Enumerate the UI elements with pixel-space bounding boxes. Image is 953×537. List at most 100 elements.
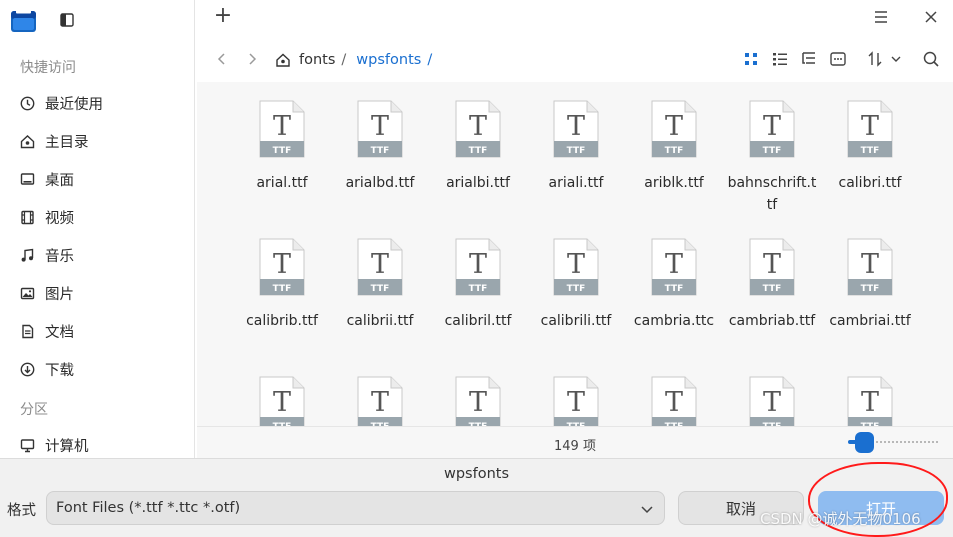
sort-icon[interactable]: [866, 50, 906, 68]
file-item[interactable]: T TTF calibrili.ttf: [530, 238, 622, 332]
file-item[interactable]: T TTF arialbi.ttf: [432, 100, 524, 194]
file-item[interactable]: T TTF calibrii.ttf: [334, 238, 426, 332]
font-file-badge: TTF: [567, 284, 586, 294]
file-format-value: Font Files (*.ttf *.ttc *.otf): [56, 500, 241, 516]
font-file-icon: TTTF: [455, 376, 501, 426]
font-file-icon: TTTF: [749, 376, 795, 426]
font-file-letter: T: [273, 387, 291, 418]
file-format-select[interactable]: Font Files (*.ttf *.ttc *.otf): [46, 491, 665, 525]
file-item[interactable]: TTTF: [334, 376, 426, 426]
file-item[interactable]: T TTF ariali.ttf: [530, 100, 622, 194]
font-file-icon: TTTF: [259, 376, 305, 426]
watermark: CSDN @诚外无物0106: [760, 510, 921, 528]
sidebar-item-label: 视频: [45, 210, 74, 227]
font-file-letter: T: [763, 249, 781, 280]
sidebar-item-computer[interactable]: 计算机: [0, 428, 194, 462]
icon-view-icon[interactable]: [742, 50, 760, 68]
file-name: bahnschrift.ttf: [727, 175, 817, 213]
zoom-slider-handle[interactable]: [855, 432, 874, 453]
file-manager-logo-icon: [11, 8, 36, 32]
tree-view-icon[interactable]: [800, 50, 818, 68]
font-file-letter: T: [273, 111, 291, 142]
close-icon[interactable]: [921, 7, 941, 27]
home-icon[interactable]: [275, 52, 291, 68]
font-file-badge: TTF: [763, 284, 782, 294]
sidebar: 快捷访问 最近使用 主目录 桌面 视频 音乐 图片 文档 下载 分区 计算机: [0, 0, 195, 458]
file-item[interactable]: T TTF calibril.ttf: [432, 238, 524, 332]
sidebar-item-pictures[interactable]: 图片: [0, 276, 194, 310]
file-item[interactable]: TTTF: [726, 376, 818, 426]
menu-icon[interactable]: [871, 8, 891, 26]
font-file-icon: TTTF: [847, 238, 893, 296]
font-file-badge: TTF: [567, 146, 586, 156]
sidebar-item-home[interactable]: 主目录: [0, 124, 194, 158]
font-file-icon: T TTF: [553, 238, 599, 296]
font-file-icon: TTTF: [259, 238, 305, 296]
item-count: 149 项: [554, 439, 596, 454]
sidebar-toggle-icon[interactable]: [58, 11, 76, 29]
computer-icon: [19, 437, 35, 453]
font-file-icon: TTTF: [357, 100, 403, 158]
sidebar-item-label: 主目录: [45, 134, 89, 151]
font-file-letter: T: [371, 387, 389, 418]
font-file-letter: T: [567, 249, 585, 280]
list-view-icon[interactable]: [771, 50, 789, 68]
font-file-letter: T: [665, 249, 683, 280]
file-name: calibril.ttf: [444, 313, 512, 329]
font-file-icon: TTTF: [553, 100, 599, 158]
font-file-letter: T: [469, 111, 487, 142]
file-item[interactable]: TTTF: [236, 376, 328, 426]
file-name: arialbi.ttf: [446, 175, 510, 191]
file-item[interactable]: T TTF bahnschrift.ttf: [726, 100, 818, 216]
sidebar-item-recent[interactable]: 最近使用: [0, 86, 194, 120]
file-name: calibrib.ttf: [246, 313, 318, 329]
file-item[interactable]: T TTF arialbd.ttf: [334, 100, 426, 194]
sidebar-item-desktop[interactable]: 桌面: [0, 162, 194, 196]
font-file-icon: TTTF: [651, 100, 697, 158]
file-item[interactable]: T TTF cambriab.ttf: [726, 238, 818, 332]
file-name: calibrili.ttf: [540, 313, 612, 329]
file-item[interactable]: T TTF ariblk.ttf: [628, 100, 720, 194]
font-file-badge: TTF: [665, 146, 684, 156]
font-file-letter: T: [371, 249, 389, 280]
sidebar-item-label: 文档: [45, 324, 74, 341]
font-file-badge: TTF: [469, 146, 488, 156]
back-icon[interactable]: [213, 50, 231, 68]
font-file-icon: T TTF: [357, 238, 403, 296]
font-file-letter: T: [861, 249, 879, 280]
file-item[interactable]: T TTF cambriai.ttf: [824, 238, 916, 332]
font-file-icon: TTTF: [553, 376, 599, 426]
new-tab-button[interactable]: +: [212, 5, 234, 27]
picture-icon: [19, 285, 35, 301]
file-item[interactable]: TTTF: [432, 376, 524, 426]
file-item[interactable]: TTTF: [824, 376, 916, 426]
sidebar-item-video[interactable]: 视频: [0, 200, 194, 234]
sidebar-item-documents[interactable]: 文档: [0, 314, 194, 348]
file-item[interactable]: TTTF: [530, 376, 622, 426]
file-item[interactable]: T TTF calibri.ttf: [824, 100, 916, 194]
search-icon[interactable]: [922, 50, 940, 68]
file-name: cambriai.ttf: [829, 313, 911, 329]
file-name: ariali.ttf: [548, 175, 604, 191]
file-item[interactable]: T TTF calibrib.ttf: [236, 238, 328, 332]
sidebar-item-music[interactable]: 音乐: [0, 238, 194, 272]
forward-icon[interactable]: [243, 50, 261, 68]
file-item[interactable]: T TTF cambria.ttc: [628, 238, 720, 332]
sidebar-item-downloads[interactable]: 下载: [0, 352, 194, 386]
font-file-icon: T TTF: [455, 100, 501, 158]
chevron-down-icon: [641, 506, 653, 514]
file-item[interactable]: TTTF: [628, 376, 720, 426]
desktop-icon: [19, 171, 35, 187]
breadcrumb-item-wpsfonts[interactable]: wpsfonts: [356, 52, 421, 68]
status-bar: 149 项: [197, 426, 953, 458]
preview-toggle-icon[interactable]: [829, 50, 847, 68]
breadcrumb-item-fonts[interactable]: fonts: [299, 52, 335, 68]
document-icon: [19, 323, 35, 339]
font-file-badge: TTF: [273, 284, 292, 294]
sidebar-item-label: 桌面: [45, 172, 74, 189]
font-file-badge: TTF: [371, 284, 390, 294]
font-file-letter: T: [763, 387, 781, 418]
video-icon: [19, 209, 35, 225]
breadcrumb: fonts / wpsfonts /: [275, 49, 442, 71]
file-item[interactable]: T TTF arial.ttf: [236, 100, 328, 194]
